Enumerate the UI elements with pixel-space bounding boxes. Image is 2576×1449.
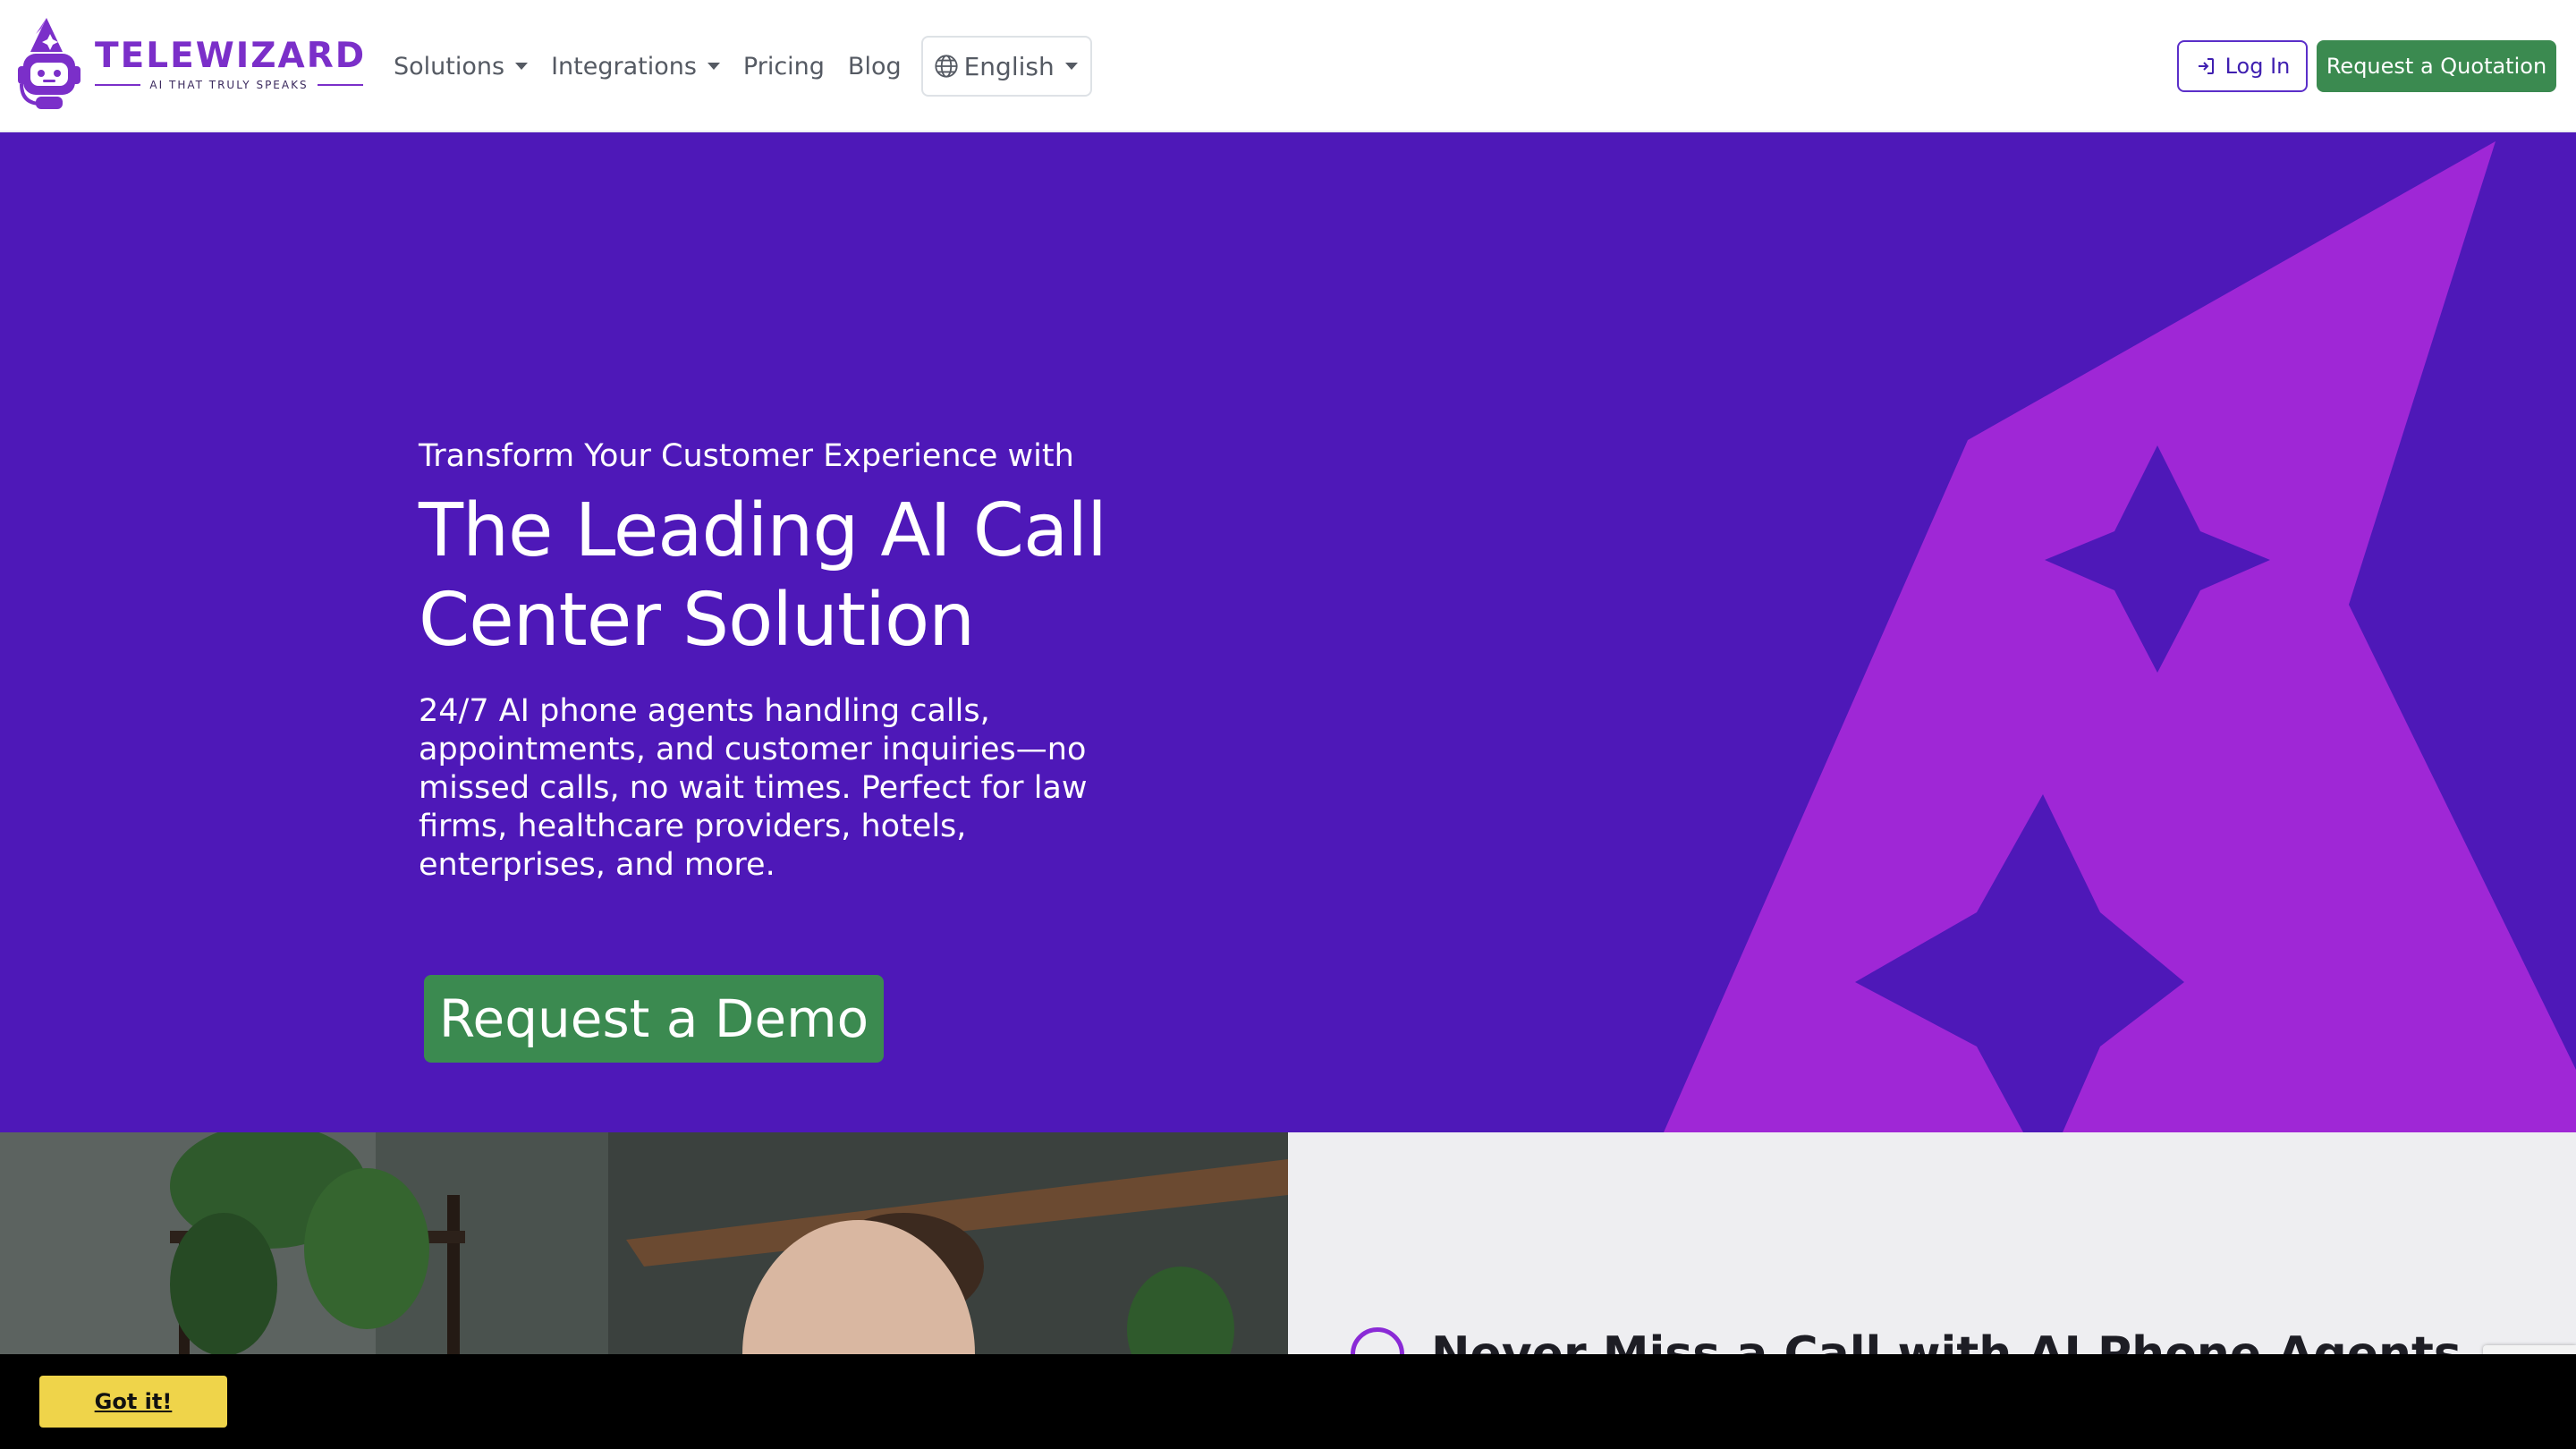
tagline-rule xyxy=(95,84,141,86)
feature-section: Never Miss a Call with AI Phone Agents xyxy=(1288,1132,2576,1354)
brand-logo[interactable]: TELEWIZARD AI THAT TRULY SPEAKS xyxy=(14,16,367,116)
main-nav: Solutions Integrations Pricing Blog Engl… xyxy=(394,36,1092,97)
nav-pricing[interactable]: Pricing xyxy=(743,53,825,80)
hero-description: 24/7 AI phone agents handling calls, app… xyxy=(419,693,1088,883)
wizard-robot-icon xyxy=(18,18,80,109)
brand-tagline-row: AI THAT TRULY SPEAKS xyxy=(95,79,363,91)
brand-graphic-a xyxy=(1664,141,2576,1132)
caret-down-icon xyxy=(1064,63,1078,70)
feature-title: Never Miss a Call with AI Phone Agents xyxy=(1431,1327,2462,1354)
hero-section: Transform Your Customer Experience with … xyxy=(0,132,2576,1132)
nav-integrations[interactable]: Integrations xyxy=(551,53,720,80)
language-selector[interactable]: English xyxy=(920,36,1092,97)
hero-title: The Leading AI Call Center Solution xyxy=(419,488,1107,663)
brand-wordmark: TELEWIZARD AI THAT TRULY SPEAKS xyxy=(95,36,367,91)
request-demo-button[interactable]: Request a Demo xyxy=(424,975,884,1063)
brand-name: TELEWIZARD xyxy=(95,36,367,76)
hero-eyebrow: Transform Your Customer Experience with xyxy=(419,438,1074,474)
language-label: English xyxy=(963,51,1055,81)
quotation-label: Request a Quotation xyxy=(2326,54,2547,79)
smile-icon xyxy=(1351,1327,1404,1354)
agent-photo xyxy=(0,1132,1288,1354)
cookie-accept-button[interactable]: Got it! xyxy=(39,1376,227,1428)
nav-blog[interactable]: Blog xyxy=(848,53,902,80)
caret-down-icon xyxy=(707,63,720,70)
cookie-consent-bar: Got it! xyxy=(0,1354,2576,1449)
cookie-accept-label: Got it! xyxy=(94,1389,173,1414)
nav-label: Pricing xyxy=(742,52,825,80)
brand-tagline: AI THAT TRULY SPEAKS xyxy=(149,79,309,91)
nav-label: Integrations xyxy=(551,52,697,80)
tagline-rule xyxy=(317,84,363,86)
login-button[interactable]: Log In xyxy=(2177,40,2308,92)
nav-label: Blog xyxy=(847,52,902,80)
login-icon xyxy=(2198,58,2214,74)
demo-label: Request a Demo xyxy=(438,988,869,1049)
feature-heading-row: Never Miss a Call with AI Phone Agents xyxy=(1351,1327,2462,1354)
caret-down-icon xyxy=(515,63,529,70)
hero-copy: Transform Your Customer Experience with … xyxy=(419,436,1134,885)
login-label: Log In xyxy=(2224,54,2291,79)
office-photo-illustration xyxy=(0,1132,1288,1354)
nav-label: Solutions xyxy=(394,52,505,80)
request-quotation-button[interactable]: Request a Quotation xyxy=(2317,40,2556,92)
site-header: TELEWIZARD AI THAT TRULY SPEAKS Solution… xyxy=(0,0,2576,132)
globe-icon xyxy=(935,55,958,78)
nav-solutions[interactable]: Solutions xyxy=(394,52,529,80)
